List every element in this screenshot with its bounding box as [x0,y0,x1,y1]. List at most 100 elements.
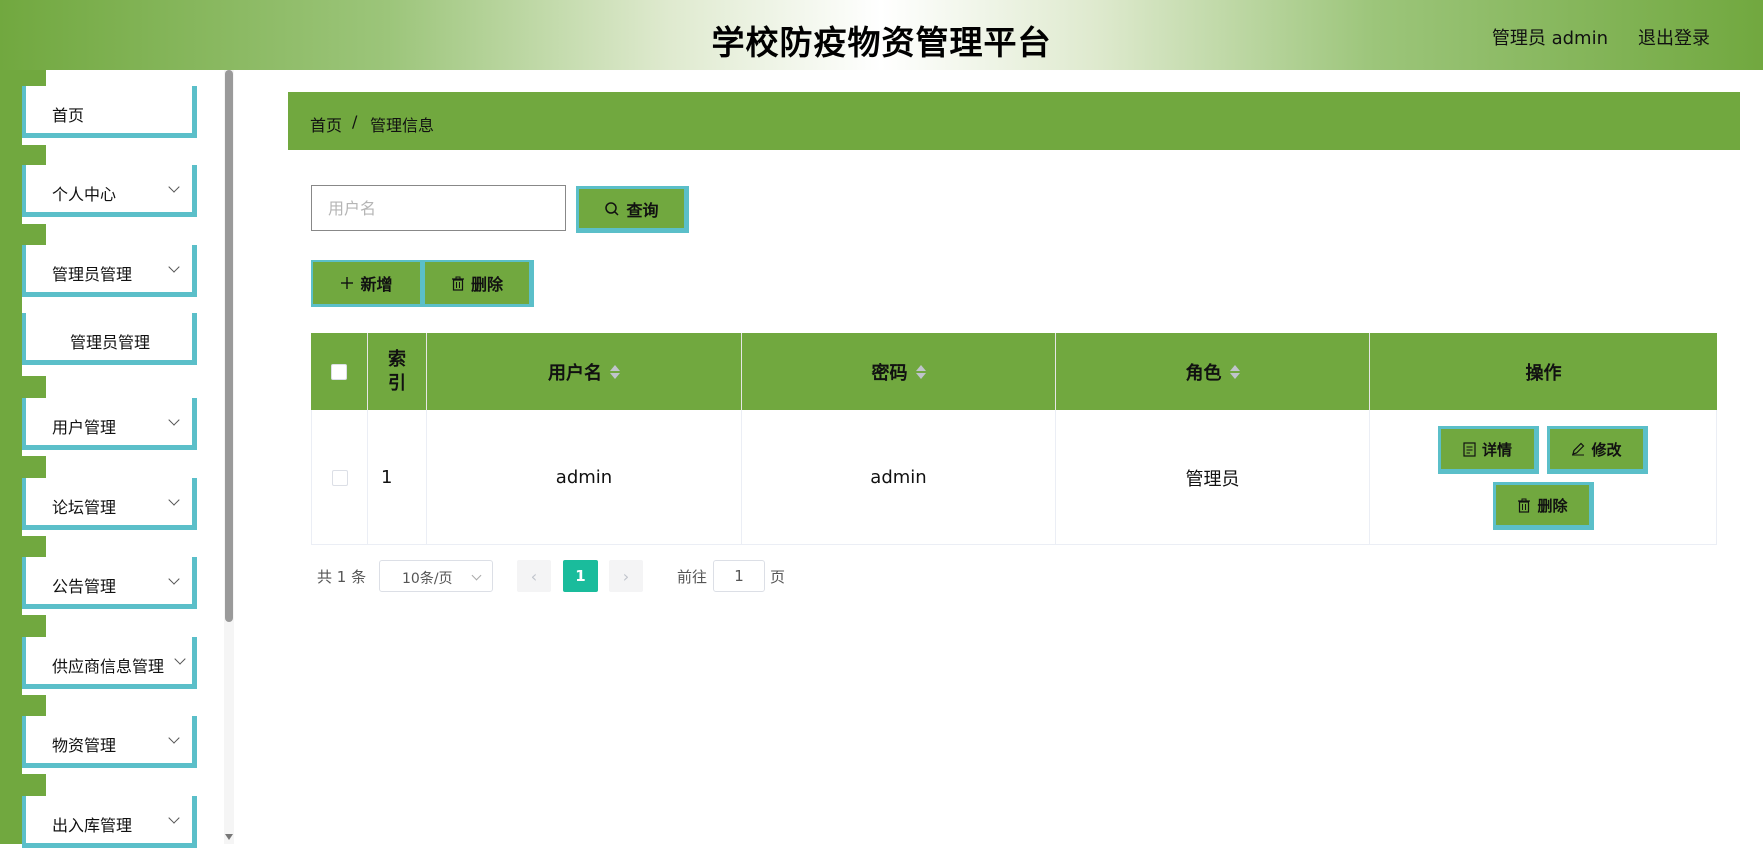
detail-button-label: 详情 [1481,440,1512,459]
username-search-input[interactable] [311,185,566,231]
column-header-label: 操作 [1525,362,1562,384]
row-delete-button-label: 删除 [1537,496,1568,515]
chevron-right-icon: › [622,566,630,586]
edit-button-label: 修改 [1591,440,1622,459]
page-size-select[interactable]: 10条/页 [379,560,493,592]
sidebar-item-label: 物资管理 [52,736,117,755]
goto-label: 前往 [677,568,708,586]
row-checkbox[interactable] [331,469,348,486]
chevron-down-icon [168,812,180,824]
column-header-label: 索引 [388,348,406,394]
column-header-username[interactable]: 用户名 [427,333,742,410]
chevron-down-icon [168,414,180,426]
breadcrumb-home[interactable]: 首页 [310,112,342,136]
prev-page-button[interactable]: ‹ [517,560,551,592]
page-size-value: 10条/页 [402,571,453,587]
sidebar: 首页 个人中心 管理员管理 管理员管理 用户管理 论坛管理 公告管理 供应商信息… [0,70,235,848]
select-all-checkbox[interactable] [331,363,347,380]
breadcrumb-separator: / [352,112,358,131]
sidebar-divider [22,774,46,796]
goto-unit-label: 页 [770,568,786,586]
column-header-password[interactable]: 密码 [742,333,1056,410]
sidebar-item-label: 出入库管理 [52,816,133,835]
chevron-down-icon [174,653,186,665]
sidebar-item-stock-management[interactable]: 出入库管理 [22,796,197,848]
index-cell: 1 [368,410,427,545]
breadcrumb: 首页 / 管理信息 [288,92,1740,150]
sidebar-item-forum-management[interactable]: 论坛管理 [22,478,197,530]
detail-button[interactable]: 详情 [1438,426,1539,474]
page-number-active[interactable]: 1 [563,560,598,592]
chevron-down-icon [168,573,180,585]
logout-button[interactable]: 退出登录 [1638,24,1710,50]
sidebar-divider [22,376,46,398]
add-button-label: 新增 [360,275,393,294]
current-user-label: 管理员 admin [1491,28,1608,49]
password-cell: admin [742,410,1056,545]
add-button[interactable]: 新增 [313,262,420,304]
sidebar-item-label: 公告管理 [52,577,117,596]
column-header-label: 密码 [871,362,908,384]
row-delete-button[interactable]: 删除 [1493,482,1594,530]
sidebar-item-supplier-management[interactable]: 供应商信息管理 [22,637,197,689]
pagination-total: 共 1 条 [317,568,367,586]
sidebar-item-label: 首页 [52,106,85,125]
chevron-down-icon [168,181,180,193]
trash-icon [1518,498,1531,513]
chevron-down-icon [168,261,180,273]
edit-button[interactable]: 修改 [1547,426,1648,474]
chevron-down-icon [471,570,482,581]
sidebar-item-label: 管理员管理 [52,265,133,284]
sidebar-accent-strip [0,70,22,844]
column-header-operations: 操作 [1370,333,1717,410]
plus-icon [341,277,354,289]
sidebar-item-admin-management[interactable]: 管理员管理 [22,245,197,297]
sidebar-divider [22,224,46,246]
column-header-index: 索引 [368,333,427,410]
goto-page-input[interactable]: 1 [713,560,765,592]
sidebar-item-home[interactable]: 首页 [22,86,197,138]
document-icon [1463,441,1476,457]
sidebar-item-personal-center[interactable]: 个人中心 [22,165,197,217]
sidebar-item-supplies-management[interactable]: 物资管理 [22,716,197,768]
pencil-icon [1572,442,1585,456]
sidebar-divider [22,456,46,478]
sort-icon[interactable] [915,364,926,380]
top-header: 学校防疫物资管理平台 管理员 admin 退出登录 [0,0,1763,70]
search-button[interactable]: 查询 [576,186,689,233]
sidebar-item-label: 供应商信息管理 [52,657,165,676]
sidebar-scrollbar[interactable] [224,70,234,844]
sidebar-divider [22,695,46,717]
scroll-down-arrow-icon[interactable] [225,834,233,840]
sidebar-item-notice-management[interactable]: 公告管理 [22,557,197,609]
sidebar-item-label: 管理员管理 [70,333,151,352]
table-header: 索引 用户名 密码 角色 操作 [311,333,1717,410]
batch-delete-button-label: 删除 [470,275,503,294]
sort-icon[interactable] [610,364,620,380]
sidebar-divider [22,536,46,558]
username-cell: admin [427,410,742,545]
role-cell: 管理员 [1056,410,1370,545]
sidebar-item-label: 用户管理 [52,418,117,437]
column-header-label: 用户名 [548,362,602,384]
column-header-label: 角色 [1185,362,1222,384]
column-header-role[interactable]: 角色 [1056,333,1370,410]
chevron-left-icon: ‹ [530,566,538,586]
sort-icon[interactable] [1229,364,1240,380]
sidebar-item-label: 论坛管理 [52,498,117,517]
sidebar-divider [22,615,46,637]
trash-icon [451,276,464,291]
breadcrumb-current: 管理信息 [370,116,435,135]
chevron-down-icon [168,732,180,744]
sidebar-item-label: 个人中心 [52,185,117,204]
row-select-cell [312,410,368,545]
sidebar-item-user-management[interactable]: 用户管理 [22,398,197,450]
header-select-all-cell [311,333,368,410]
search-icon [605,201,620,216]
scrollbar-thumb[interactable] [225,70,233,622]
sidebar-subitem-admin-management[interactable]: 管理员管理 [22,313,197,365]
sidebar-divider [22,145,46,167]
next-page-button[interactable]: › [609,560,643,592]
chevron-down-icon [168,494,180,506]
batch-delete-button[interactable]: 删除 [425,262,529,304]
